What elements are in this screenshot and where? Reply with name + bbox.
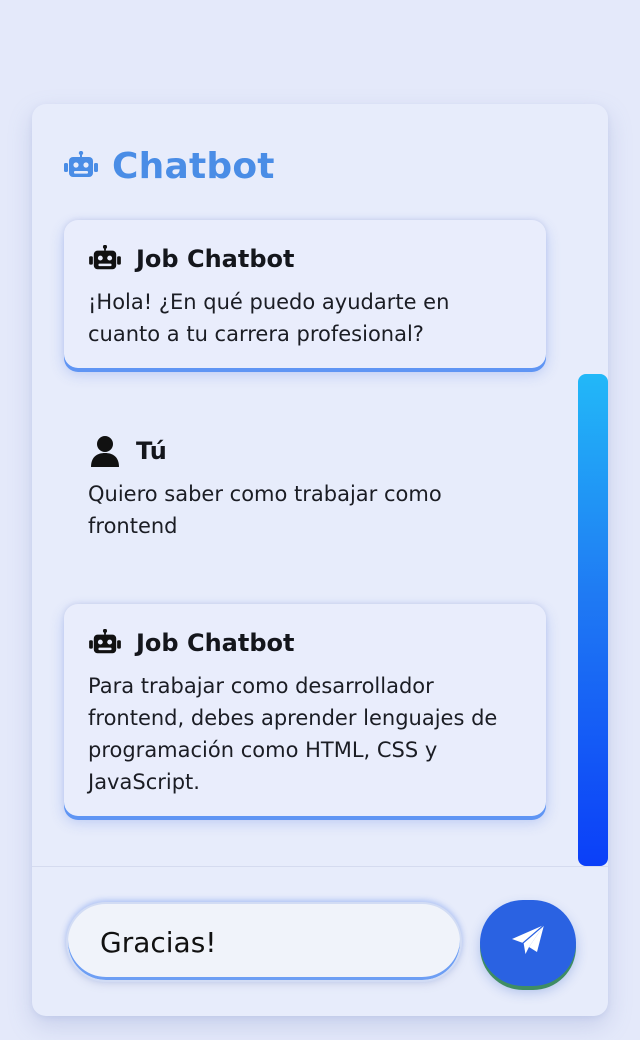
message-author: Job Chatbot — [136, 245, 295, 273]
robot-icon — [88, 242, 122, 276]
message-text: Para trabajar como desarrollador fronten… — [88, 674, 498, 794]
message-header: Job Chatbot — [88, 626, 522, 660]
bot-message: Job Chatbot Para trabajar como desarroll… — [64, 604, 546, 816]
message-list[interactable]: Job Chatbot ¡Hola! ¿En qué puedo ayudart… — [32, 220, 608, 866]
page-title: Chatbot — [112, 145, 275, 187]
message-text: Quiero saber como trabajar como frontend — [88, 482, 442, 538]
send-button[interactable] — [480, 900, 576, 986]
scrollbar-thumb[interactable] — [578, 374, 608, 866]
divider — [32, 866, 608, 867]
message-header: Tú — [88, 434, 522, 468]
message-header: Job Chatbot — [88, 242, 522, 276]
chat-panel: Chatbot Job Chatbot ¡Hola! ¿En qué puedo… — [32, 104, 608, 1016]
robot-icon — [64, 149, 98, 183]
message-input[interactable] — [98, 924, 430, 960]
robot-icon — [88, 626, 122, 660]
message-author: Job Chatbot — [136, 629, 295, 657]
paper-plane-icon — [510, 924, 546, 962]
bot-message: Job Chatbot ¡Hola! ¿En qué puedo ayudart… — [64, 220, 546, 368]
user-icon — [88, 434, 122, 468]
chat-header: Chatbot — [64, 144, 275, 188]
message-text: ¡Hola! ¿En qué puedo ayudarte en cuanto … — [88, 290, 450, 346]
message-input-wrapper[interactable] — [66, 902, 462, 982]
message-author: Tú — [136, 437, 167, 465]
user-message: Tú Quiero saber como trabajar como front… — [64, 412, 546, 560]
